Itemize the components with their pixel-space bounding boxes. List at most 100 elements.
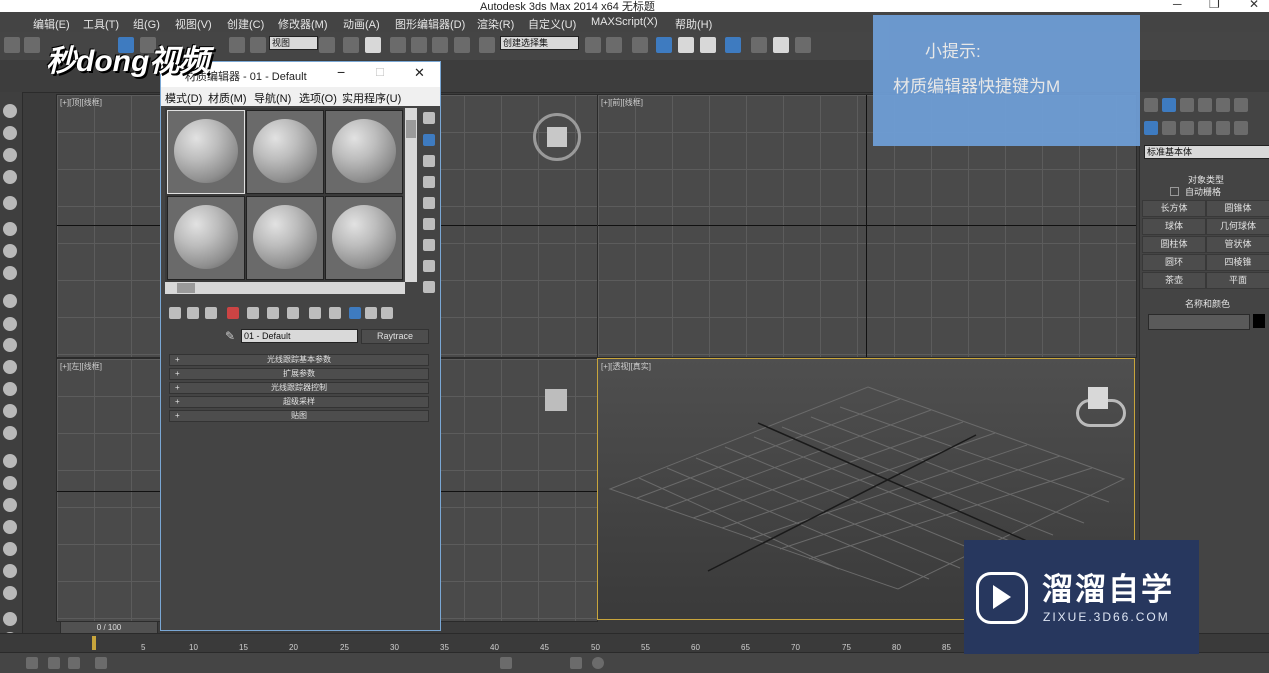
plant-icon[interactable] (3, 542, 17, 556)
sphere-icon[interactable] (3, 426, 17, 440)
sample-slot[interactable] (325, 110, 403, 194)
material-editor-close-icon[interactable]: ✕ (414, 65, 425, 81)
sample-slot[interactable] (167, 110, 245, 194)
slots-vertical-scrollbar[interactable] (405, 108, 417, 282)
status-icon[interactable] (48, 657, 60, 669)
restore-icon[interactable]: ❐ (1209, 0, 1220, 11)
viewport-label-perspective[interactable]: [+][透视][真实] (601, 361, 651, 372)
menu-animation[interactable]: 动画(A) (343, 16, 380, 32)
viewcube-left-icon[interactable] (545, 389, 567, 411)
pipe-icon[interactable] (3, 476, 17, 490)
utilities-tab-icon[interactable] (1234, 98, 1248, 112)
put-to-library-icon[interactable] (287, 307, 299, 319)
named-selection-dropdown[interactable]: 创建选择集 (500, 36, 579, 50)
show-end-result-icon[interactable] (349, 307, 361, 319)
pyramid-button[interactable]: 四棱锥 (1206, 254, 1269, 271)
rollout-maps[interactable]: + 贴图 (169, 410, 429, 422)
cameras-icon[interactable] (1198, 121, 1212, 135)
sample-type-icon[interactable] (423, 112, 435, 124)
me-menu-modes[interactable]: 模式(D) (165, 90, 202, 106)
hemisphere-icon[interactable] (3, 317, 17, 331)
slots-horizontal-scrollbar[interactable] (165, 282, 405, 294)
torus-button[interactable]: 圆环 (1142, 254, 1206, 271)
menu-edit[interactable]: 编辑(E) (33, 16, 70, 32)
angle-snap-icon[interactable] (411, 37, 427, 53)
cylinder-icon[interactable] (3, 360, 17, 374)
particle-icon[interactable] (3, 454, 17, 468)
status-icon[interactable] (26, 657, 38, 669)
primitive-category-dropdown[interactable]: 标准基本体 (1144, 145, 1269, 159)
grid-icon[interactable] (3, 170, 17, 184)
scale-icon[interactable] (250, 37, 266, 53)
go-forward-sibling-icon[interactable] (381, 307, 393, 319)
render-setup-icon[interactable] (751, 37, 767, 53)
scrollbar-thumb[interactable] (177, 283, 195, 293)
rollout-supersampling[interactable]: + 超级采样 (169, 396, 429, 408)
uv-tiling-icon[interactable] (423, 176, 435, 188)
menu-group[interactable]: 组(G) (133, 16, 160, 32)
timeline-cursor[interactable] (92, 636, 96, 650)
box-icon[interactable] (3, 126, 17, 140)
geosphere-button[interactable]: 几何球体 (1206, 218, 1269, 235)
scrollbar-thumb[interactable] (406, 120, 416, 138)
copy-material-icon[interactable] (247, 307, 259, 319)
status-icon[interactable] (68, 657, 80, 669)
cone-icon[interactable] (3, 382, 17, 396)
plane-button[interactable]: 平面 (1206, 272, 1269, 289)
close-icon[interactable]: ✕ (1249, 0, 1259, 11)
me-menu-options[interactable]: 选项(O) (299, 90, 337, 106)
align-icon[interactable] (606, 37, 622, 53)
get-material-icon[interactable] (169, 307, 181, 319)
material-name-field[interactable]: 01 - Default (241, 329, 358, 343)
scene-explorer-icon[interactable] (656, 37, 672, 53)
material-navigator-icon[interactable] (423, 281, 435, 293)
menu-help[interactable]: 帮助(H) (675, 16, 712, 32)
material-editor-maximize-icon[interactable]: □ (376, 64, 384, 79)
rotate-icon[interactable] (229, 37, 245, 53)
viewcube-perspective-icon[interactable] (1076, 383, 1126, 427)
geosphere-icon[interactable] (3, 520, 17, 534)
tube-button[interactable]: 管状体 (1206, 236, 1269, 253)
viewport-label-top[interactable]: [+][顶][线框] (60, 97, 102, 108)
rollout-extended-params[interactable]: + 扩展参数 (169, 368, 429, 380)
helper-icon[interactable] (3, 222, 17, 236)
eyedropper-icon[interactable]: ✎ (225, 329, 235, 343)
menu-create[interactable]: 创建(C) (227, 16, 264, 32)
menu-maxscript[interactable]: MAXScript(X) (591, 16, 658, 28)
geometry-icon[interactable] (1144, 121, 1158, 135)
help-icon[interactable] (592, 657, 604, 669)
render-production-icon[interactable] (795, 37, 811, 53)
video-color-check-icon[interactable] (423, 197, 435, 209)
unlink-icon[interactable] (24, 37, 40, 53)
backlight-icon[interactable] (423, 134, 435, 146)
light-icon[interactable] (3, 196, 17, 210)
teapot-icon[interactable] (3, 104, 17, 118)
sphere-button[interactable]: 球体 (1142, 218, 1206, 235)
container-icon[interactable] (3, 148, 17, 162)
reset-map-icon[interactable] (227, 307, 239, 319)
make-preview-icon[interactable] (423, 218, 435, 230)
move-icon[interactable] (343, 37, 359, 53)
motion-tab-icon[interactable] (1198, 98, 1212, 112)
select-by-material-icon[interactable] (423, 260, 435, 272)
shaded-sphere-icon[interactable] (3, 612, 17, 626)
schematic-view-icon[interactable] (700, 37, 716, 53)
create-tab-icon[interactable] (1144, 98, 1158, 112)
cloth-icon[interactable] (3, 586, 17, 600)
percent-snap-icon[interactable] (432, 37, 448, 53)
hierarchy-tab-icon[interactable] (1180, 98, 1194, 112)
make-unique-icon[interactable] (267, 307, 279, 319)
hair-icon[interactable] (3, 564, 17, 578)
reference-coordinate-dropdown[interactable]: 视图 (269, 36, 318, 50)
viewport-label-left[interactable]: [+][左][线框] (60, 361, 102, 372)
assign-to-selection-icon[interactable] (205, 307, 217, 319)
minimize-icon[interactable]: ─ (1173, 0, 1182, 11)
menu-customize[interactable]: 自定义(U) (528, 16, 576, 32)
rollout-raytrace-basic[interactable]: + 光线跟踪基本参数 (169, 354, 429, 366)
viewport-label-front[interactable]: [+][前][线框] (601, 97, 643, 108)
system-icon[interactable] (3, 266, 17, 280)
lights-icon[interactable] (1180, 121, 1194, 135)
cylinder-button[interactable]: 圆柱体 (1142, 236, 1206, 253)
object-color-swatch[interactable] (1253, 314, 1265, 328)
spacewarp-icon[interactable] (3, 244, 17, 258)
